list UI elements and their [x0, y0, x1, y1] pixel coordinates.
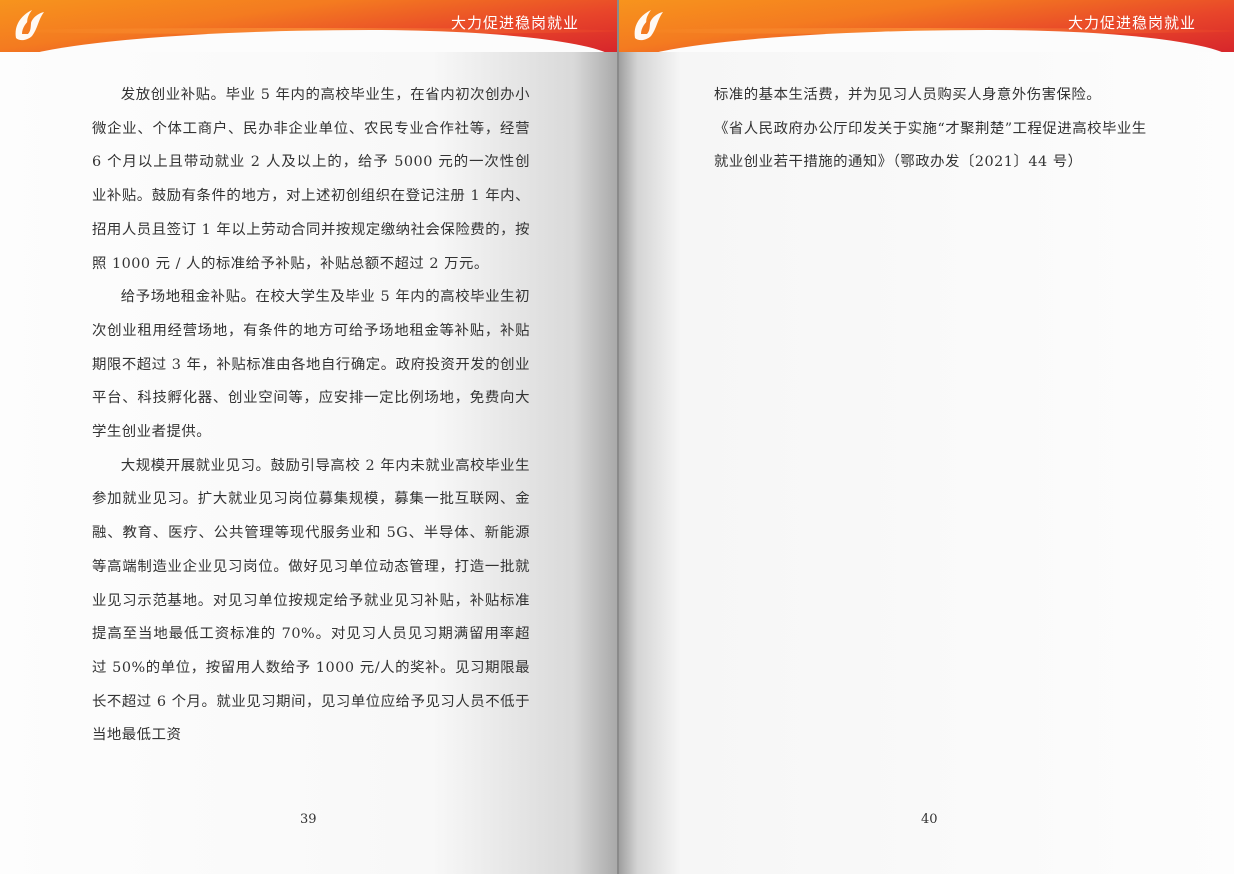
left-page: 大力促进稳岗就业 发放创业补贴。毕业 5 年内的高校毕业生，在省内初次创办小微企…: [0, 0, 617, 874]
right-page: 大力促进稳岗就业 标准的基本生活费，并为见习人员购买人身意外伤害保险。 《省人民…: [619, 0, 1234, 874]
page-number-left: 39: [300, 812, 317, 827]
header-swoosh: [0, 30, 617, 52]
paragraph-source-citation: 《省人民政府办公厅印发关于实施“才聚荆楚”工程促进高校毕业生就业创业若干措施的通…: [714, 120, 1147, 171]
paragraph-rent-subsidy: 给予场地租金补贴。在校大学生及毕业 5 年内的高校毕业生初次创业租用经营场地，有…: [92, 289, 530, 441]
page-header: 大力促进稳岗就业: [619, 0, 1234, 52]
header-swoosh: [619, 30, 1234, 52]
paragraph-internship: 大规模开展就业见习。鼓励引导高校 2 年内未就业高校毕业生参加就业见习。扩大就业…: [92, 457, 530, 744]
right-page-body: 标准的基本生活费，并为见习人员购买人身意外伤害保险。 《省人民政府办公厅印发关于…: [714, 79, 1154, 180]
page-number-right: 40: [921, 812, 938, 827]
page-header: 大力促进稳岗就业: [0, 0, 617, 52]
flame-logo-icon: [634, 10, 663, 41]
book-spread: 大力促进稳岗就业 发放创业补贴。毕业 5 年内的高校毕业生，在省内初次创办小微企…: [0, 0, 1234, 874]
paragraph-startup-subsidy: 发放创业补贴。毕业 5 年内的高校毕业生，在省内初次创办小微企业、个体工商户、民…: [92, 87, 530, 272]
paragraph-continuation: 标准的基本生活费，并为见习人员购买人身意外伤害保险。: [714, 87, 1102, 103]
header-title: 大力促进稳岗就业: [1067, 14, 1196, 32]
header-title: 大力促进稳岗就业: [450, 14, 579, 32]
flame-logo-icon: [15, 10, 45, 41]
left-page-body: 发放创业补贴。毕业 5 年内的高校毕业生，在省内初次创办小微企业、个体工商户、民…: [92, 79, 530, 753]
